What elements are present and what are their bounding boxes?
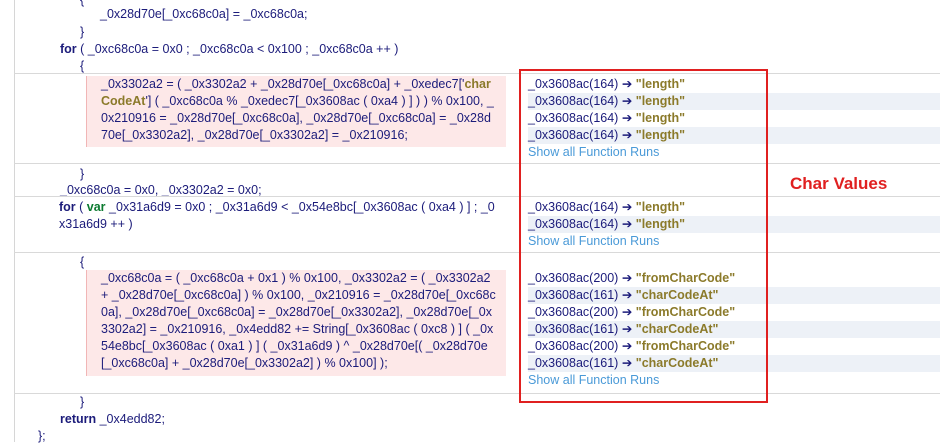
highlighted-block-1: _0x3302a2 = ( _0x3302a2 + _0x28d70e[_0xc… bbox=[86, 76, 506, 147]
keyword-var: var bbox=[86, 200, 106, 214]
brace-close: } bbox=[80, 167, 85, 181]
brace-open-top: { bbox=[80, 0, 85, 7]
annotation-label: Char Values bbox=[790, 174, 888, 193]
for-2-body: _0x31a6d9 = 0x0 ; _0x31a6d9 < _0x54e8bc[… bbox=[59, 200, 495, 231]
divider bbox=[14, 252, 940, 253]
divider bbox=[14, 163, 940, 164]
keyword-return: return bbox=[60, 412, 97, 426]
keyword-for: for bbox=[60, 42, 77, 56]
highlighted-block-2: _0xc68c0a = ( _0xc68c0a + 0x1 ) % 0x100,… bbox=[86, 270, 506, 376]
code-line-for-2: for ( var _0x31a6d9 = 0x0 ; _0x31a6d9 < … bbox=[55, 199, 505, 235]
code-line-assign: _0x28d70e[_0xc68c0a] = _0xc68c0a; bbox=[100, 7, 308, 21]
for-1-body: ( _0xc68c0a = 0x0 ; _0xc68c0a < 0x100 ; … bbox=[76, 42, 399, 56]
code-line-return: return _0x4edd82; bbox=[60, 411, 165, 428]
return-value: _0x4edd82; bbox=[96, 412, 165, 426]
brace-close: } bbox=[80, 25, 85, 39]
divider bbox=[14, 393, 940, 394]
code-line-for-1: for ( _0xc68c0a = 0x0 ; _0xc68c0a < 0x10… bbox=[60, 41, 398, 58]
divider bbox=[14, 196, 940, 197]
brace-open: { bbox=[80, 255, 85, 269]
highlight-box bbox=[519, 69, 768, 403]
divider bbox=[14, 73, 940, 74]
closing-brace: }; bbox=[38, 429, 46, 443]
keyword-for: for bbox=[59, 200, 76, 214]
brace-close: } bbox=[80, 395, 85, 409]
line-gutter bbox=[0, 0, 15, 442]
block1-text-b: '] ( _0xc68c0a % _0xedec7[_0x3608ac ( 0x… bbox=[101, 94, 494, 142]
block1-text-a: _0x3302a2 = ( _0x3302a2 + _0x28d70e[_0xc… bbox=[101, 77, 465, 91]
